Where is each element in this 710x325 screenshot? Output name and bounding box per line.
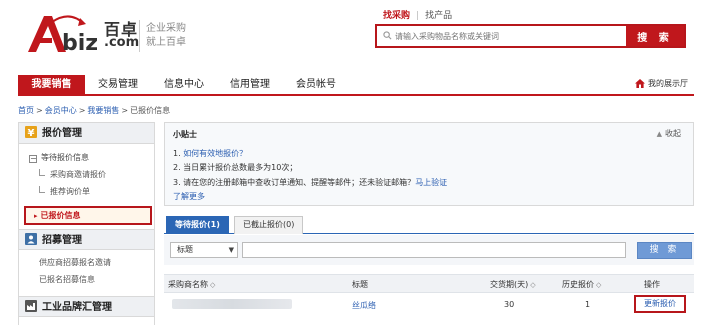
column-header-action: 操作 xyxy=(644,280,660,289)
slogan-line-2: 就上百卓 xyxy=(146,37,186,48)
slogan: 企业采购 就上百卓 xyxy=(146,22,206,50)
sort-icon: ◇ xyxy=(210,281,216,289)
filter-field-select[interactable]: 标题 ▼ xyxy=(170,242,238,258)
chevron-down-icon: ▼ xyxy=(228,246,234,254)
column-header-history-label: 历史报价 xyxy=(562,280,594,289)
table-row: 丝瓜络 30 1 更新报价 xyxy=(164,295,694,316)
column-header-title: 标题 xyxy=(352,280,368,289)
sidebar-section-brand-label: 工业品牌汇管理 xyxy=(42,302,112,313)
tips-link-how-to-quote[interactable]: 如何有效地报价？ xyxy=(183,149,247,158)
update-quote-button[interactable]: 更新报价 xyxy=(634,295,686,313)
brand-domain: .com xyxy=(104,35,140,50)
factory-icon xyxy=(25,300,37,312)
nav-item-trade[interactable]: 交易管理 xyxy=(85,75,151,94)
my-shop-label: 我的展示厅 xyxy=(648,79,688,88)
sidebar-section-quote-label: 报价管理 xyxy=(42,128,82,139)
caret-up-icon: ▲ xyxy=(656,130,662,138)
home-icon xyxy=(635,79,645,88)
tips-link-verify-email[interactable]: 马上验证 xyxy=(415,178,447,187)
tips-line-2: 2. 当日累计报价总数最多为10次； xyxy=(173,163,298,172)
search-tab-product[interactable]: 找产品 xyxy=(425,11,452,21)
sort-icon: ◇ xyxy=(530,281,536,289)
tips-link-more[interactable]: 了解更多 xyxy=(173,191,205,202)
tips-line-3-text: 3. 请在您的注册邮箱中查收订单通知、提醒等邮件；还未验证邮箱？ xyxy=(173,178,416,187)
breadcrumb: 首页 > 会员中心 > 我要销售 > 已报价信息 xyxy=(18,105,170,116)
table-header: 采购商名称 ◇ 标题 交货期(天) ◇ 历史报价 ◇ 操作 xyxy=(164,274,694,293)
sidebar-section-recruit-label: 招募管理 xyxy=(42,235,82,246)
sidebar-item-buyer-invite[interactable]: 采购商邀请报价 xyxy=(19,166,154,183)
breadcrumb-separator: > xyxy=(78,106,86,115)
breadcrumb-separator: > xyxy=(36,106,43,115)
breadcrumb-sell[interactable]: 我要销售 xyxy=(87,106,119,115)
tips-collapse-label: 收起 xyxy=(665,129,681,138)
quote-tabs: 等待报价(1) 已截止报价(0) xyxy=(164,214,694,234)
logo[interactable]: biz 百卓 .com 企业采购 就上百卓 xyxy=(22,10,202,56)
tips-line-1: 1. 如何有效地报价？ xyxy=(173,148,247,159)
filter-bar: 标题 ▼ 搜 索 xyxy=(164,235,694,265)
svg-text:biz: biz xyxy=(62,31,98,56)
nav-item-credit[interactable]: 信用管理 xyxy=(217,75,283,94)
nav-item-info[interactable]: 信息中心 xyxy=(151,75,217,94)
tips-panel: 小贴士 ▲ 收起 1. 如何有效地报价？ 2. 当日累计报价总数最多为10次； 3… xyxy=(164,122,694,206)
search-input[interactable] xyxy=(377,26,627,46)
supplier-name-redacted xyxy=(172,299,292,309)
sidebar-section-quote[interactable]: ¥ 报价管理 xyxy=(19,123,154,144)
nav-item-account[interactable]: 会员帐号 xyxy=(283,75,349,94)
sidebar-section-brand[interactable]: 工业品牌汇管理 xyxy=(19,296,154,317)
breadcrumb-home[interactable]: 首页 xyxy=(18,106,34,115)
tips-collapse-toggle[interactable]: ▲ 收起 xyxy=(657,128,681,139)
tips-line-1-prefix: 1. xyxy=(173,149,181,158)
filter-search-button[interactable]: 搜 索 xyxy=(637,242,692,259)
column-header-history[interactable]: 历史报价 ◇ xyxy=(562,279,601,290)
sidebar-group-waiting[interactable]: − 等待报价信息 xyxy=(29,149,154,166)
sidebar-section-recruit[interactable]: 招募管理 xyxy=(19,229,154,250)
tips-title: 小贴士 xyxy=(173,130,197,139)
collapse-minus-icon[interactable]: − xyxy=(29,155,37,163)
column-header-supplier[interactable]: 采购商名称 ◇ xyxy=(168,279,215,290)
filter-keyword-input[interactable] xyxy=(242,242,626,258)
row-delivery-days: 30 xyxy=(504,300,515,309)
column-header-delivery-label: 交货期(天) xyxy=(490,280,529,289)
nav-item-sell[interactable]: 我要销售 xyxy=(18,75,85,94)
sidebar-item-buyer-invite-label: 采购商邀请报价 xyxy=(50,170,106,179)
column-header-delivery[interactable]: 交货期(天) ◇ xyxy=(490,279,536,290)
tips-line-3: 3. 请在您的注册邮箱中查收订单通知、提醒等邮件；还未验证邮箱？马上验证 xyxy=(173,177,447,188)
my-shop-link[interactable]: 我的展示厅 xyxy=(635,78,688,89)
search-button[interactable]: 搜 索 xyxy=(626,26,684,46)
sidebar: ¥ 报价管理 − 等待报价信息 采购商邀请报价 推荐询价单 ▸ 已报价信息 招募管理… xyxy=(18,122,155,325)
sidebar-group-waiting-label: 等待报价信息 xyxy=(41,153,89,162)
search-tab-purchase[interactable]: 找采购 xyxy=(383,11,410,21)
slogan-line-1: 企业采购 xyxy=(146,23,186,34)
column-header-supplier-label: 采购商名称 xyxy=(168,280,208,289)
sidebar-item-recruit-invite[interactable]: 供应商招募报名邀请 xyxy=(19,254,154,271)
breadcrumb-current: 已报价信息 xyxy=(130,106,171,115)
tab-closed-quote[interactable]: 已截止报价(0) xyxy=(234,216,304,234)
logo-divider xyxy=(139,20,140,52)
main-nav: 我要销售 交易管理 信息中心 信用管理 会员帐号 我的展示厅 xyxy=(18,75,694,96)
tree-elbow-icon xyxy=(39,169,45,176)
sidebar-item-quoted-label: 已报价信息 xyxy=(40,211,81,220)
filter-field-value: 标题 xyxy=(177,245,193,254)
recruit-icon xyxy=(25,233,37,245)
search-box: 搜 索 xyxy=(375,24,686,48)
row-title-link[interactable]: 丝瓜络 xyxy=(352,300,376,311)
sidebar-item-recruit-joined[interactable]: 已报名招募信息 xyxy=(19,271,154,288)
yen-icon: ¥ xyxy=(25,126,37,138)
row-history-count: 1 xyxy=(585,300,591,309)
search-tab-separator: | xyxy=(416,11,420,21)
sidebar-item-recommended-label: 推荐询价单 xyxy=(50,187,90,196)
breadcrumb-member[interactable]: 会员中心 xyxy=(45,106,77,115)
arrow-right-icon: ▸ xyxy=(34,212,38,220)
search-tabs: 找采购 | 找产品 xyxy=(383,8,452,21)
abiz-logo-icon: biz xyxy=(28,15,98,56)
tab-waiting-quote[interactable]: 等待报价(1) xyxy=(166,216,229,234)
tree-elbow-icon xyxy=(39,186,45,193)
sidebar-item-quoted[interactable]: ▸ 已报价信息 xyxy=(24,206,152,225)
svg-text:¥: ¥ xyxy=(28,128,35,138)
sort-icon: ◇ xyxy=(596,281,602,289)
breadcrumb-separator: > xyxy=(121,106,129,115)
sidebar-item-recommended[interactable]: 推荐询价单 xyxy=(19,183,154,200)
